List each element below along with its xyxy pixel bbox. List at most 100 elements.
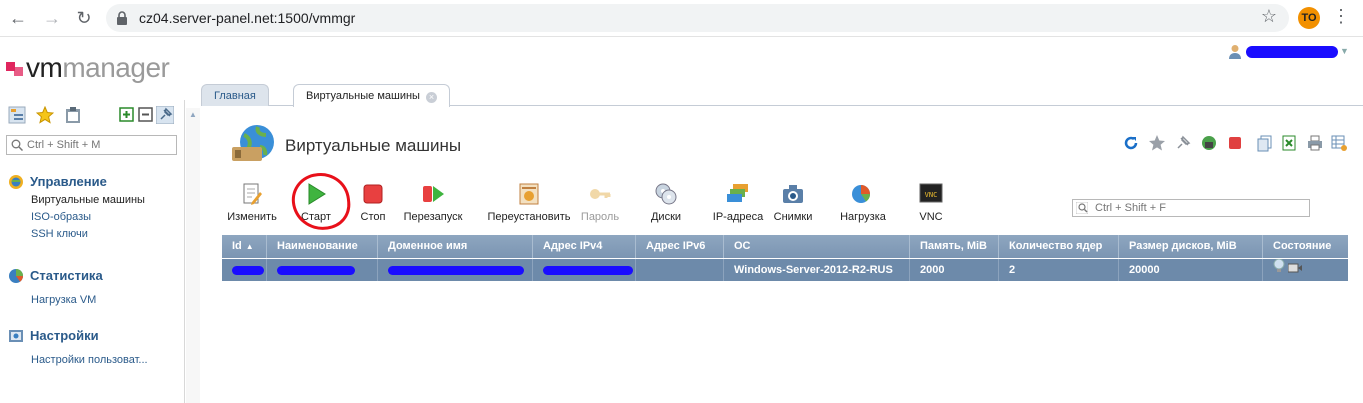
column-header-os[interactable]: ОС <box>724 235 910 258</box>
bookmark-star-icon[interactable]: ☆ <box>1261 6 1277 27</box>
cell-state <box>1263 259 1348 281</box>
collapse-all-icon[interactable] <box>137 106 155 124</box>
reinstall-button[interactable]: Переустановить <box>487 182 571 223</box>
redacted-name <box>277 265 355 275</box>
cell-ipv4 <box>533 259 636 281</box>
cell-name <box>267 259 378 281</box>
redacted-id <box>232 265 264 275</box>
sidebar-group-statistics: Статистика Нагрузка VM <box>8 266 103 309</box>
sidebar-item-ssh-keys[interactable]: SSH ключи <box>8 226 145 243</box>
back-arrow-icon[interactable]: ← <box>8 8 28 28</box>
cell-memory: 2000 <box>910 259 999 281</box>
gear-globe-icon <box>9 175 23 189</box>
password-button[interactable]: Пароль <box>580 182 620 223</box>
scroll-up-icon[interactable]: ▲ <box>189 110 197 119</box>
sidebar-group-title[interactable]: Настройки <box>8 326 148 346</box>
favorite-star-icon[interactable] <box>1148 134 1166 152</box>
sidebar-item-iso-images[interactable]: ISO-образы <box>8 209 145 226</box>
search-icon <box>1076 202 1088 214</box>
url-text: cz04.server-panel.net:1500/vmmgr <box>139 10 356 26</box>
copy-icon[interactable] <box>1256 134 1274 152</box>
globe-vnc-icon[interactable] <box>1200 134 1218 152</box>
favorites-star-icon[interactable] <box>36 106 54 124</box>
svg-text:VNC: VNC <box>925 191 938 199</box>
profile-avatar[interactable]: TO <box>1298 7 1320 29</box>
column-header-memory[interactable]: Память, MiB <box>910 235 999 258</box>
cell-id <box>222 259 267 281</box>
cell-ipv6 <box>636 259 724 281</box>
disks-button[interactable]: Диски <box>648 182 684 223</box>
column-header-cores[interactable]: Количество ядер <box>999 235 1119 258</box>
vnc-button[interactable]: VNC VNC <box>917 182 945 223</box>
sort-asc-icon: ▲ <box>245 242 254 251</box>
tab-bar: Главная Виртуальные машины × <box>201 82 1363 107</box>
pin-icon[interactable] <box>1174 134 1192 152</box>
pin-icon[interactable] <box>156 106 174 124</box>
sidebar-group-title[interactable]: Управление <box>8 172 145 192</box>
table-header: Id ▲ Наименование Доменное имя Адрес IPv4… <box>222 235 1348 258</box>
table-settings-icon[interactable] <box>1330 134 1348 152</box>
redacted-ipv4 <box>543 265 633 275</box>
cell-disk-size: 20000 <box>1119 259 1263 281</box>
snapshots-button[interactable]: Снимки <box>773 182 813 223</box>
sidebar-item-virtual-machines[interactable]: Виртуальные машины <box>8 192 145 209</box>
reinstall-icon <box>519 183 539 205</box>
cell-cores: 2 <box>999 259 1119 281</box>
vnc-monitor-icon[interactable] <box>1287 259 1303 281</box>
clipboard-icon[interactable] <box>64 106 82 124</box>
start-button[interactable]: Старт <box>296 182 336 223</box>
address-bar[interactable]: cz04.server-panel.net:1500/vmmgr ☆ <box>106 4 1289 32</box>
sidebar-search-input[interactable] <box>27 137 175 153</box>
sidebar-group-management: Управление Виртуальные машины ISO-образы… <box>8 172 145 243</box>
column-header-id[interactable]: Id ▲ <box>222 235 267 258</box>
table-search[interactable] <box>1072 199 1310 217</box>
key-icon <box>590 189 611 199</box>
sidebar-group-settings: Настройки Настройки пользоват... <box>8 326 148 369</box>
table-row[interactable]: Windows-Server-2012-R2-RUS 2000 2 20000 <box>222 259 1348 281</box>
sidebar-item-vm-load[interactable]: Нагрузка VM <box>8 292 103 309</box>
column-header-ipv6[interactable]: Адрес IPv6 <box>636 235 724 258</box>
sidebar: Управление Виртуальные машины ISO-образы… <box>0 100 185 403</box>
column-header-name[interactable]: Наименование <box>267 235 378 258</box>
sidebar-search[interactable] <box>6 135 177 155</box>
play-icon <box>308 183 326 205</box>
sidebar-scrollbar[interactable]: ▲ <box>186 108 200 403</box>
sidebar-toolbar <box>8 106 178 124</box>
print-icon[interactable] <box>1306 134 1324 152</box>
column-header-state[interactable]: Состояние <box>1263 235 1348 258</box>
refresh-icon[interactable] <box>1122 134 1140 152</box>
expand-all-icon[interactable] <box>118 106 136 124</box>
edit-button[interactable]: Изменить <box>226 182 278 223</box>
tab-virtual-machines[interactable]: Виртуальные машины × <box>293 84 450 107</box>
sidebar-item-user-settings[interactable]: Настройки пользоват... <box>8 352 148 369</box>
column-header-ipv4[interactable]: Адрес IPv4 <box>533 235 636 258</box>
cell-domain <box>378 259 533 281</box>
table-search-input[interactable] <box>1095 200 1305 216</box>
stop-button[interactable]: Стоп <box>358 182 388 223</box>
column-header-disk-size[interactable]: Размер дисков, MiB <box>1119 235 1263 258</box>
disks-icon <box>655 183 677 205</box>
pie-chart-icon <box>9 269 23 283</box>
cell-os: Windows-Server-2012-R2-RUS <box>724 259 910 281</box>
vnc-icon: VNC <box>919 183 943 203</box>
load-button[interactable]: Нагрузка <box>837 182 889 223</box>
reload-icon[interactable]: ↻ <box>74 8 94 28</box>
close-tab-icon[interactable]: × <box>425 92 437 103</box>
chevron-down-icon[interactable]: ▼ <box>1340 46 1349 56</box>
redacted-domain <box>388 265 524 275</box>
forward-arrow-icon[interactable]: → <box>42 8 62 28</box>
browser-menu-icon[interactable]: ⋮ <box>1332 6 1350 27</box>
sidebar-group-title[interactable]: Статистика <box>8 266 103 286</box>
stop-all-icon[interactable] <box>1226 134 1244 152</box>
settings-icon <box>9 330 23 342</box>
column-header-domain[interactable]: Доменное имя <box>378 235 533 258</box>
ip-addresses-button[interactable]: IP-адреса <box>711 182 765 223</box>
excel-export-icon[interactable] <box>1280 134 1298 152</box>
restart-button[interactable]: Перезапуск <box>402 182 464 223</box>
search-icon <box>11 139 23 151</box>
page-title: Виртуальные машины <box>285 136 462 155</box>
user-name: user <box>1246 46 1338 58</box>
tab-home[interactable]: Главная <box>201 84 269 106</box>
user-icon <box>1229 45 1241 59</box>
tree-view-icon[interactable] <box>8 106 26 124</box>
